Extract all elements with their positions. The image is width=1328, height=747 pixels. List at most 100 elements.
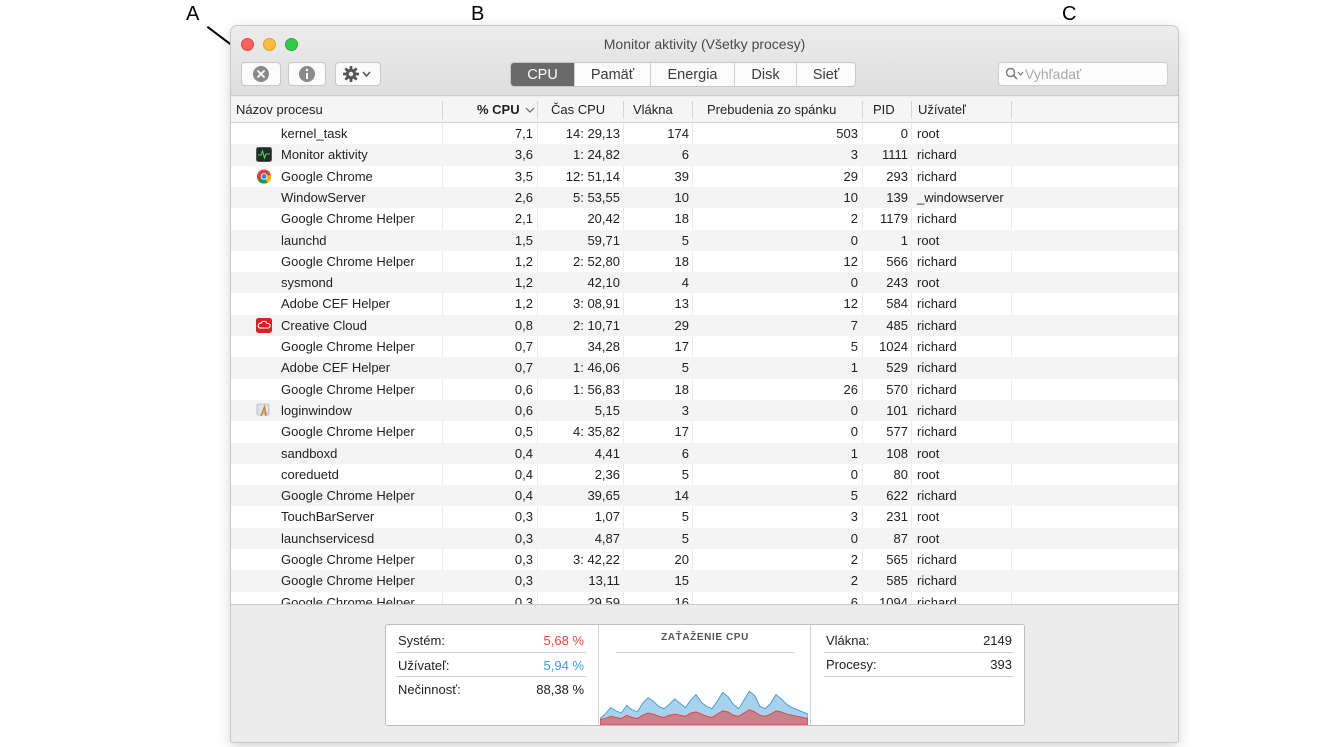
pid: 529	[886, 360, 908, 376]
search-field[interactable]	[998, 62, 1168, 86]
divider	[810, 625, 811, 725]
cpu-percent: 0,6	[514, 402, 533, 418]
table-row[interactable]: Google Chrome Helper 0,3 13,11 15 2 585 richar…	[231, 570, 1178, 592]
table-row[interactable]: launchd 1,5 59,71 5 0 1 root	[231, 229, 1178, 251]
idle-wake-ups: 5	[850, 339, 858, 354]
cpu-percent: 7,1	[514, 126, 533, 141]
column-separator	[692, 101, 693, 119]
callout-a: A	[186, 3, 200, 25]
table-row[interactable]: Google Chrome Helper 0,4 39,65 14 5 622 richar…	[231, 485, 1178, 507]
cpu-percent: 2,1	[514, 211, 533, 227]
thread-count: 18	[674, 253, 689, 269]
sort-descending-icon	[525, 107, 535, 113]
threads-label: Vlákna:	[826, 633, 870, 648]
idle-wake-ups: 2	[850, 573, 858, 589]
table-row[interactable]: Adobe CEF Helper 1,2 3: 08,91 13 12 584 richar…	[231, 293, 1178, 314]
table-row[interactable]: Google Chrome Helper 0,3 3: 42,22 20 2 565 ric…	[231, 549, 1178, 570]
column-header-cpu[interactable]: % CPU	[477, 97, 535, 123]
pid: 0	[900, 126, 908, 141]
table-row[interactable]: Creative Cloud 0,8 2: 10,71 29 7 485 richard	[231, 314, 1178, 336]
activity-monitor-window: Monitor aktivity (Všetky procesy) CPU Pa…	[231, 26, 1178, 742]
table-row[interactable]: TouchBarServer 0,3 1,07 5 3 231 root	[231, 506, 1178, 527]
table-row[interactable]: coreduetd 0,4 2,36 5 0 80 root	[231, 464, 1178, 485]
tab-disk[interactable]: Disk	[734, 63, 796, 86]
idle-wake-ups: 5	[850, 488, 858, 504]
process-name: Google Chrome Helper	[281, 381, 415, 397]
process-name: launchd	[281, 232, 327, 248]
idle-wake-ups: 2	[850, 552, 858, 567]
table-row[interactable]: Google Chrome Helper 0,3 29,59 16 6 1094 richa…	[231, 592, 1178, 604]
column-header-cpu-time[interactable]: Čas CPU	[551, 97, 605, 123]
table-row[interactable]: Google Chrome 3,5 12: 51,14 39 29 293 richard	[231, 166, 1178, 187]
cpu-time: 3: 08,91	[573, 296, 620, 312]
tab-energy[interactable]: Energia	[650, 63, 734, 86]
thread-count: 17	[674, 424, 689, 440]
table-row[interactable]: Google Chrome Helper 0,5 4: 35,82 17 0 577 ric…	[231, 421, 1178, 442]
tab-network[interactable]: Sieť	[796, 63, 855, 86]
divider	[598, 625, 599, 725]
cpu-percent: 0,7	[514, 339, 533, 354]
idle-label: Nečinnosť:	[398, 682, 461, 697]
chrome-icon	[256, 169, 272, 184]
idle-wake-ups: 29	[843, 168, 858, 184]
pid: 1094	[879, 594, 908, 604]
column-header-pid[interactable]: PID	[873, 97, 895, 123]
tab-memory[interactable]: Pamäť	[574, 63, 650, 86]
divider	[824, 652, 1014, 653]
user: richard	[917, 360, 957, 376]
pid: 101	[886, 402, 908, 418]
user: richard	[917, 211, 957, 227]
user: richard	[917, 296, 957, 312]
column-header-user[interactable]: Užívateľ	[918, 97, 966, 123]
table-row[interactable]: loginwindow 0,6 5,15 3 0 101 richard	[231, 399, 1178, 422]
table-row[interactable]: Adobe CEF Helper 0,7 1: 46,06 5 1 529 richard	[231, 357, 1178, 379]
system-label: Systém:	[398, 633, 445, 648]
idle-wake-ups: 503	[836, 126, 858, 141]
cpu-percent: 0,6	[514, 381, 533, 397]
activity-monitor-icon	[256, 147, 272, 163]
pid: 80	[893, 466, 908, 482]
process-name: Google Chrome Helper	[281, 552, 415, 567]
pid: 566	[886, 253, 908, 269]
stop-process-button[interactable]	[241, 62, 281, 86]
user: _windowserver	[917, 189, 1004, 205]
pid: 1	[900, 232, 908, 248]
divider	[616, 652, 794, 653]
process-table[interactable]: kernel_task 7,1 14: 29,13 174 503 0 root Monito…	[231, 123, 1178, 604]
column-separator	[911, 101, 912, 119]
tab-cpu[interactable]: CPU	[511, 63, 574, 86]
cpu-time: 1: 56,83	[573, 381, 620, 397]
cpu-time: 5,15	[594, 402, 620, 418]
table-row[interactable]: launchservicesd 0,3 4,87 5 0 87 root	[231, 527, 1178, 549]
table-row[interactable]: Google Chrome Helper 0,7 34,28 17 5 1024 richa…	[231, 336, 1178, 357]
thread-count: 29	[674, 317, 689, 333]
idle-wake-ups: 0	[850, 424, 858, 440]
user: richard	[917, 339, 957, 354]
inspect-process-button[interactable]	[288, 62, 326, 86]
table-row[interactable]: sysmond 1,2 42,10 4 0 243 root	[231, 272, 1178, 294]
table-row[interactable]: kernel_task 7,1 14: 29,13 174 503 0 root	[231, 123, 1178, 144]
table-row[interactable]: Google Chrome Helper 2,1 20,42 18 2 1179 richa…	[231, 208, 1178, 229]
thread-count: 5	[681, 466, 689, 482]
column-header-wakeups[interactable]: Prebudenia zo spánku	[707, 97, 836, 123]
thread-count: 17	[674, 339, 689, 354]
table-row[interactable]: Google Chrome Helper 0,6 1: 56,83 18 26 570 ri…	[231, 379, 1178, 400]
idle-wake-ups: 26	[843, 381, 858, 397]
loginwindow-icon	[256, 403, 270, 417]
search-input[interactable]	[1025, 65, 1163, 83]
column-separator	[537, 101, 538, 119]
cpu-percent: 0,4	[514, 488, 533, 504]
idle-wake-ups: 12	[843, 253, 858, 269]
user: root	[917, 232, 940, 248]
cpu-percent: 1,2	[514, 275, 533, 291]
table-row[interactable]: sandboxd 0,4 4,41 6 1 108 root	[231, 442, 1178, 464]
cpu-time: 4,87	[594, 530, 620, 546]
column-header-name[interactable]: Názov procesu	[236, 97, 323, 123]
process-name: kernel_task	[281, 126, 348, 141]
table-row[interactable]: Google Chrome Helper 1,2 2: 52,80 18 12 566 ri…	[231, 251, 1178, 272]
actions-menu-button[interactable]	[335, 62, 381, 86]
table-row[interactable]: WindowServer 2,6 5: 53,55 10 10 139 _windowser…	[231, 186, 1178, 209]
pid: 622	[886, 488, 908, 504]
column-header-threads[interactable]: Vlákna	[633, 97, 673, 123]
table-row[interactable]: Monitor aktivity 3,6 1: 24,82 6 3 1111 richard	[231, 144, 1178, 166]
